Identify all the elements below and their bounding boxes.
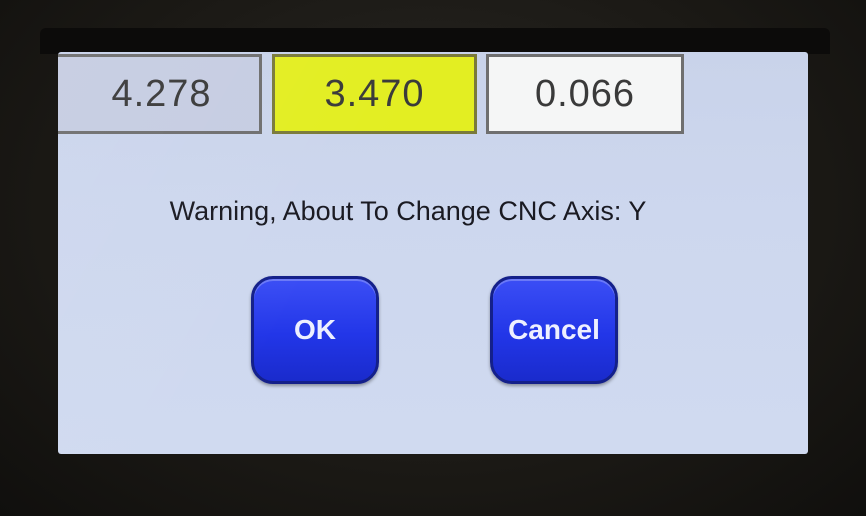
cancel-button[interactable]: Cancel xyxy=(490,276,618,384)
ok-button[interactable]: OK xyxy=(251,276,379,384)
x-axis-value: 4.278 xyxy=(111,72,212,115)
cancel-button-label: Cancel xyxy=(508,314,600,345)
x-axis-readout[interactable]: 4.278 xyxy=(58,54,262,134)
bezel-shadow xyxy=(40,28,830,54)
z-axis-readout[interactable]: 0.066 xyxy=(486,54,684,134)
ok-button-label: OK xyxy=(294,314,336,345)
z-axis-value: 0.066 xyxy=(534,72,636,115)
touch-screen: 4.278 3.470 0.066 Warning, About To Chan… xyxy=(58,52,808,454)
warning-message: Warning, About To Change CNC Axis: Y xyxy=(169,196,647,226)
y-axis-value: 3.470 xyxy=(324,72,425,115)
y-axis-readout[interactable]: 3.470 xyxy=(272,54,477,134)
